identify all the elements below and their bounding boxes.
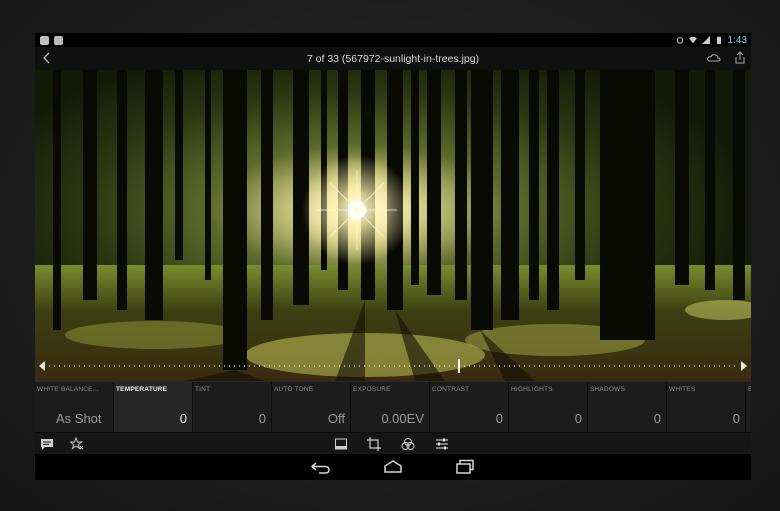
adjust-value: 0: [179, 411, 187, 426]
message-notification-icon: [40, 35, 49, 45]
adjust-label: EXPOSURE: [353, 386, 391, 393]
adjust-whites[interactable]: WHITES 0: [667, 382, 746, 432]
android-nav-bar: [35, 454, 751, 480]
battery-icon: [716, 36, 721, 44]
adjust-value: As Shot: [56, 411, 102, 426]
slider-thumb[interactable]: [458, 359, 460, 373]
check-notification-icon: [54, 35, 63, 45]
adjust-label: SHADOWS: [590, 386, 625, 393]
slider-decrease-icon[interactable]: [39, 361, 45, 371]
sunlight-in-trees-photo: [35, 70, 751, 381]
adjust-label: B: [748, 386, 751, 393]
adjust-value: Off: [327, 411, 345, 426]
crop-presets-icon[interactable]: [334, 437, 348, 451]
adjust-label: AUTO TONE: [274, 386, 314, 393]
adjust-shadows[interactable]: SHADOWS 0: [588, 382, 667, 432]
adjust-label: TEMPERATURE: [116, 386, 168, 393]
adjust-value: 0: [732, 411, 740, 426]
adjust-value: 0: [653, 411, 661, 426]
adjust-tint[interactable]: TINT 0: [193, 382, 272, 432]
adjust-label: WHITES: [669, 386, 696, 393]
adjust-auto-tone[interactable]: AUTO TONE Off: [272, 382, 351, 432]
tablet-screen: 1:43 7 of 33 (567972-sunlight-in-trees.j…: [35, 33, 751, 480]
photo-preview[interactable]: [35, 70, 751, 381]
adjust-highlights[interactable]: HIGHLIGHTS 0: [509, 382, 588, 432]
adjust-temperature[interactable]: TEMPERATURE 0: [114, 382, 193, 432]
adjust-exposure[interactable]: EXPOSURE 0.00EV: [351, 382, 430, 432]
cloud-sync-icon[interactable]: [707, 51, 721, 65]
page-title: 7 of 33 (567972-sunlight-in-trees.jpg): [306, 52, 480, 65]
status-bar: 1:43: [35, 33, 751, 47]
adjust-white-balance[interactable]: WHITE BALANCE... As Shot: [35, 382, 114, 432]
adjustments-strip: WHITE BALANCE... As Shot TEMPERATURE 0 T…: [35, 381, 751, 432]
bottom-toolbar: [35, 432, 751, 454]
adjust-value: 0.00EV: [381, 411, 424, 426]
temperature-slider[interactable]: [35, 358, 751, 374]
signal-icon: [701, 36, 710, 44]
comment-icon[interactable]: [40, 437, 54, 451]
star-flag-icon[interactable]: [70, 437, 84, 451]
nav-back-icon[interactable]: [311, 459, 331, 475]
title-bar: 7 of 33 (567972-sunlight-in-trees.jpg): [35, 47, 751, 70]
wifi-icon: [688, 36, 697, 44]
color-mix-icon[interactable]: [401, 437, 415, 451]
adjust-label: WHITE BALANCE...: [37, 386, 99, 393]
adjust-value: 0: [495, 411, 503, 426]
slider-track[interactable]: [49, 365, 737, 367]
nav-home-icon[interactable]: [383, 459, 403, 475]
adjust-value: 0: [574, 411, 582, 426]
nav-recents-icon[interactable]: [455, 459, 475, 475]
alarm-icon: [676, 37, 683, 44]
adjust-label: CONTRAST: [432, 386, 470, 393]
adjust-label: HIGHLIGHTS: [511, 386, 553, 393]
back-icon[interactable]: [40, 51, 54, 65]
share-icon[interactable]: [733, 51, 747, 65]
slider-increase-icon[interactable]: [741, 361, 747, 371]
adjust-sliders-icon[interactable]: [435, 437, 449, 451]
adjust-blacks-partial[interactable]: B: [746, 382, 751, 432]
adjust-contrast[interactable]: CONTRAST 0: [430, 382, 509, 432]
crop-icon[interactable]: [367, 437, 381, 451]
adjust-value: 0: [258, 411, 266, 426]
adjust-label: TINT: [195, 386, 211, 393]
clock-time: 1:43: [727, 34, 747, 46]
